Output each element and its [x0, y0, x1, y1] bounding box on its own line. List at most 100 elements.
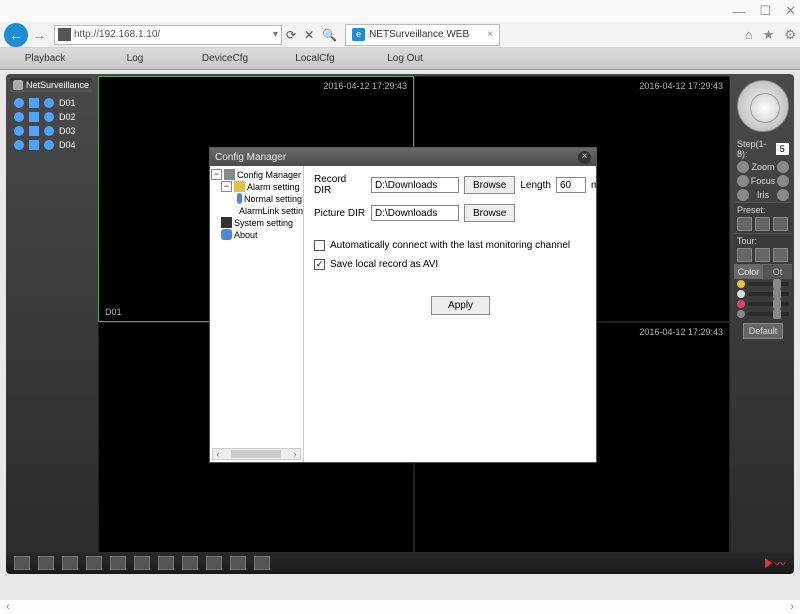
dialog-close-icon[interactable]: ×: [578, 151, 591, 164]
tab-color[interactable]: Color: [734, 265, 763, 279]
auto-connect-checkbox[interactable]: [314, 240, 325, 251]
tab-other[interactable]: Ot: [763, 265, 792, 279]
tour-btn[interactable]: [737, 248, 752, 262]
record-icon[interactable]: [14, 140, 24, 150]
brightness-slider[interactable]: [734, 279, 792, 289]
step-value[interactable]: 5: [776, 143, 789, 155]
tab-close-icon[interactable]: ×: [487, 29, 493, 40]
tree-alarmlink[interactable]: AlarmLink settin: [211, 205, 302, 217]
video-timestamp: 2016-04-12 17:29:43: [639, 81, 723, 91]
menu-playback[interactable]: Playback: [0, 53, 90, 64]
contrast-slider[interactable]: [734, 289, 792, 299]
scroll-right-icon[interactable]: ›: [790, 601, 794, 613]
record-icon[interactable]: [14, 126, 24, 136]
play-icon[interactable]: [44, 140, 54, 150]
search-icon[interactable]: 🔍: [322, 28, 337, 42]
menu-devicecfg[interactable]: DeviceCfg: [180, 53, 270, 64]
connect-all-icon[interactable]: [182, 556, 198, 570]
address-bar[interactable]: http://192.168.1.10/ ▾: [54, 25, 282, 45]
system-icon: [221, 217, 232, 228]
ptz-wheel[interactable]: [737, 80, 789, 132]
layout-25-icon[interactable]: [110, 556, 126, 570]
tree-about[interactable]: About: [211, 229, 302, 241]
channel-list-header[interactable]: NetSurveillance: [10, 78, 92, 92]
back-button[interactable]: ←: [4, 23, 28, 47]
channel-d02[interactable]: D02: [6, 110, 96, 124]
tree-normal[interactable]: Normal setting: [211, 193, 302, 205]
picture-dir-label: Picture DIR: [314, 208, 366, 219]
forward-button[interactable]: →: [28, 24, 50, 46]
play-icon[interactable]: [44, 112, 54, 122]
tree-alarm[interactable]: −Alarm setting: [211, 181, 302, 193]
home-icon[interactable]: ⌂: [745, 27, 753, 43]
minus-icon[interactable]: [737, 189, 749, 201]
stream-icon[interactable]: [29, 98, 39, 108]
tree-scrollbar[interactable]: ‹›: [212, 448, 301, 460]
scroll-left-icon[interactable]: ‹: [6, 601, 10, 613]
layout-1-icon[interactable]: [14, 556, 30, 570]
minus-icon[interactable]: [737, 175, 749, 187]
stream-icon[interactable]: [29, 140, 39, 150]
preset-btn[interactable]: [755, 217, 770, 231]
play-icon[interactable]: [44, 98, 54, 108]
minus-icon[interactable]: [737, 161, 749, 173]
stream-icon[interactable]: [29, 126, 39, 136]
browse-record-button[interactable]: Browse: [464, 176, 515, 194]
channel-d01[interactable]: D01: [6, 96, 96, 110]
record-all-icon[interactable]: [254, 556, 270, 570]
tour-btn[interactable]: [755, 248, 770, 262]
menu-localcfg[interactable]: LocalCfg: [270, 53, 360, 64]
config-form: Record DIR Browse Length min Picture DIR…: [304, 166, 596, 462]
saturation-slider[interactable]: [734, 299, 792, 309]
brightness-icon: [737, 280, 745, 288]
speaker-icon[interactable]: 〰: [765, 555, 786, 572]
record-icon[interactable]: [14, 112, 24, 122]
layout-9-icon[interactable]: [62, 556, 78, 570]
fullscreen-icon[interactable]: [158, 556, 174, 570]
default-button[interactable]: Default: [743, 323, 784, 339]
snapshot-icon[interactable]: [230, 556, 246, 570]
url-dropdown-icon[interactable]: ▾: [273, 29, 278, 40]
play-icon[interactable]: [44, 126, 54, 136]
plus-icon[interactable]: [777, 189, 789, 201]
browse-picture-button[interactable]: Browse: [464, 204, 515, 222]
disconnect-all-icon[interactable]: [206, 556, 222, 570]
layout-16-icon[interactable]: [86, 556, 102, 570]
refresh-icon[interactable]: ⟳: [286, 28, 296, 42]
stop-icon[interactable]: ✕: [304, 28, 314, 42]
tour-btn[interactable]: [773, 248, 788, 262]
tree-system[interactable]: System setting: [211, 217, 302, 229]
stream-icon[interactable]: [29, 112, 39, 122]
dialog-titlebar[interactable]: Config Manager ×: [210, 148, 596, 166]
plus-icon[interactable]: [777, 161, 789, 173]
tools-icon[interactable]: ⚙: [784, 27, 796, 43]
hue-slider[interactable]: [734, 309, 792, 319]
record-icon[interactable]: [14, 98, 24, 108]
config-tree: −Config Manager −Alarm setting Normal se…: [210, 166, 304, 462]
maximize-icon[interactable]: ☐: [759, 3, 771, 19]
browser-tab[interactable]: e NETSurveillance WEB ×: [345, 24, 500, 46]
menu-log[interactable]: Log: [90, 53, 180, 64]
preset-btn[interactable]: [737, 217, 752, 231]
setting-icon: [237, 193, 242, 204]
os-scrollbar[interactable]: ‹›: [0, 600, 800, 614]
preset-btn[interactable]: [773, 217, 788, 231]
collapse-icon[interactable]: −: [221, 181, 232, 192]
layout-4-icon[interactable]: [38, 556, 54, 570]
plus-icon[interactable]: [777, 175, 789, 187]
minimize-icon[interactable]: —: [732, 4, 745, 19]
picture-dir-input[interactable]: [371, 205, 459, 221]
close-icon[interactable]: ✕: [785, 3, 796, 19]
tree-root[interactable]: −Config Manager: [211, 169, 302, 181]
save-avi-checkbox[interactable]: ✓: [314, 259, 325, 270]
layout-36-icon[interactable]: [134, 556, 150, 570]
apply-button[interactable]: Apply: [431, 296, 490, 315]
menu-logout[interactable]: Log Out: [360, 53, 450, 64]
channel-d03[interactable]: D03: [6, 124, 96, 138]
channel-d04[interactable]: D04: [6, 138, 96, 152]
length-input[interactable]: [556, 177, 586, 193]
collapse-icon[interactable]: −: [211, 169, 222, 180]
favorites-icon[interactable]: ★: [763, 27, 775, 43]
video-label: D01: [105, 307, 122, 317]
record-dir-input[interactable]: [371, 177, 459, 193]
